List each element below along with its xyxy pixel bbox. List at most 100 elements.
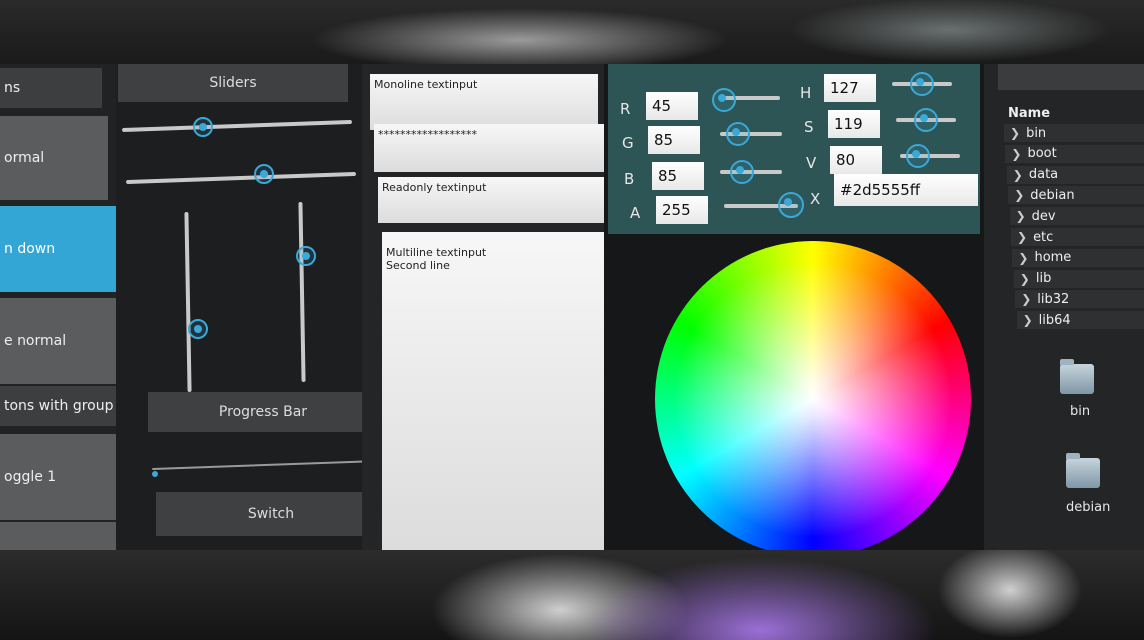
monoline-text: Monoline textinput: [374, 78, 478, 91]
h-value: 127: [830, 79, 859, 97]
blurred-bottom-edge: [0, 550, 1144, 640]
buttons-with-group-header: tons with group: [0, 386, 130, 426]
g-value: 85: [654, 131, 674, 149]
s-value: 119: [834, 115, 863, 133]
multiline-line-1: Multiline textinput: [386, 246, 487, 259]
readonly-text: Readonly textinput: [382, 181, 487, 194]
file-row-label: dev: [1031, 208, 1056, 224]
button-normal[interactable]: ormal: [0, 116, 108, 200]
color-wheel[interactable]: [655, 241, 971, 550]
sliders-header-label: Sliders: [209, 75, 257, 91]
g-label: G: [622, 134, 634, 152]
password-textinput[interactable]: ******************: [374, 124, 604, 172]
button-header-label: ns: [4, 80, 21, 96]
file-row[interactable]: ❯ lib: [1013, 269, 1144, 288]
chevron-right-icon: ❯: [1015, 209, 1026, 224]
chevron-right-icon: ❯: [1018, 250, 1029, 265]
v-input[interactable]: 80: [830, 146, 882, 174]
filechooser-header: [998, 64, 1144, 90]
a-slider-knob[interactable]: [778, 192, 804, 218]
b-slider-knob[interactable]: [730, 160, 754, 184]
chevron-right-icon: ❯: [1022, 313, 1033, 328]
file-row-label: etc: [1033, 229, 1054, 245]
h-input[interactable]: 127: [824, 74, 876, 102]
button-down-label: n down: [4, 241, 56, 257]
slider-knob-2[interactable]: [254, 164, 274, 184]
s-label: S: [804, 118, 814, 136]
password-text: ******************: [378, 128, 477, 141]
file-row[interactable]: ❯ dev: [1009, 207, 1144, 226]
hex-value: #2d5555ff: [840, 181, 921, 199]
toggle-1[interactable]: oggle 1: [0, 434, 134, 520]
chevron-right-icon: ❯: [1012, 167, 1023, 182]
button-header: ns: [0, 68, 102, 108]
b-input[interactable]: 85: [652, 162, 704, 190]
toggle-button-normal-label: e normal: [4, 333, 67, 349]
colorpicker-panel: R 45 G 85 B 85 A 255 H 127 S 119 V 80 X …: [604, 64, 984, 550]
b-value: 85: [658, 167, 678, 185]
slider-knob-1[interactable]: [192, 117, 213, 137]
v-slider-knob[interactable]: [906, 144, 930, 168]
h-slider-knob[interactable]: [910, 72, 934, 96]
multiline-line-2: Second line: [386, 259, 450, 272]
horizontal-slider-1[interactable]: [122, 119, 352, 133]
x-label: X: [810, 190, 821, 208]
r-slider-knob[interactable]: [712, 88, 736, 112]
folder-icon-debian[interactable]: [1066, 453, 1100, 488]
chevron-right-icon: ❯: [1017, 230, 1028, 244]
multiline-textinput[interactable]: Multiline textinput Second line: [382, 232, 612, 550]
file-row-label: lib64: [1038, 312, 1071, 328]
sliders-header: Sliders: [118, 64, 348, 102]
file-row-label: lib: [1035, 271, 1052, 287]
toggle-button-normal[interactable]: e normal: [0, 298, 122, 384]
progress-bar: [152, 460, 380, 470]
color-values-panel: R 45 G 85 B 85 A 255 H 127 S 119 V 80 X …: [608, 64, 980, 234]
hex-input[interactable]: #2d5555ff: [834, 174, 978, 206]
kivy-showcase: ns ormal n down e normal tons with group…: [0, 64, 1144, 550]
progress-bar-header: Progress Bar: [148, 392, 378, 432]
vertical-slider-knob-1[interactable]: [188, 319, 208, 339]
file-row[interactable]: ❯ etc: [1011, 228, 1144, 246]
file-row[interactable]: ❯ debian: [1008, 186, 1144, 205]
chevron-right-icon: ❯: [1010, 126, 1021, 140]
vertical-slider-1[interactable]: [184, 211, 192, 393]
toggle-1-label: oggle 1: [4, 469, 57, 485]
v-value: 80: [836, 151, 856, 169]
monoline-textinput[interactable]: Monoline textinput: [370, 74, 598, 130]
b-label: B: [624, 170, 635, 188]
switch-label: Switch: [247, 506, 295, 522]
r-label: R: [620, 100, 631, 118]
r-input[interactable]: 45: [646, 92, 698, 120]
name-column-header: Name: [1008, 106, 1051, 121]
file-row-label: data: [1028, 167, 1059, 183]
button-down[interactable]: n down: [0, 206, 116, 292]
chevron-right-icon: ❯: [1014, 188, 1025, 203]
chevron-right-icon: ❯: [1021, 292, 1032, 307]
chevron-right-icon: ❯: [1019, 271, 1030, 286]
vertical-slider-2[interactable]: [298, 201, 306, 383]
file-row[interactable]: ❯ bin: [1004, 124, 1144, 142]
g-slider-knob[interactable]: [726, 122, 750, 146]
folder-icon-bin[interactable]: [1060, 359, 1094, 394]
folder-label-bin: bin: [1070, 404, 1091, 419]
vertical-slider-knob-2[interactable]: [296, 246, 316, 266]
file-row[interactable]: ❯ data: [1006, 165, 1144, 184]
readonly-textinput: Readonly textinput: [378, 177, 608, 223]
switch-header: Switch: [156, 492, 386, 536]
s-input[interactable]: 119: [828, 110, 880, 138]
g-input[interactable]: 85: [648, 126, 700, 154]
blurred-top-edge: [0, 0, 1144, 64]
v-label: V: [806, 154, 817, 172]
file-row[interactable]: ❯ lib64: [1016, 311, 1144, 330]
file-row[interactable]: ❯ boot: [1005, 144, 1144, 163]
progress-bar-fill: [152, 471, 158, 477]
horizontal-slider-2[interactable]: [126, 171, 356, 185]
file-row[interactable]: ❯ home: [1012, 248, 1144, 267]
a-input[interactable]: 255: [656, 196, 708, 224]
file-row[interactable]: ❯ lib32: [1015, 290, 1144, 309]
r-value: 45: [652, 97, 672, 115]
sliders-panel: Sliders Progress Bar Switch: [116, 64, 386, 550]
a-label: A: [630, 204, 641, 222]
file-row-label: lib32: [1037, 291, 1070, 307]
s-slider-knob[interactable]: [914, 108, 938, 132]
